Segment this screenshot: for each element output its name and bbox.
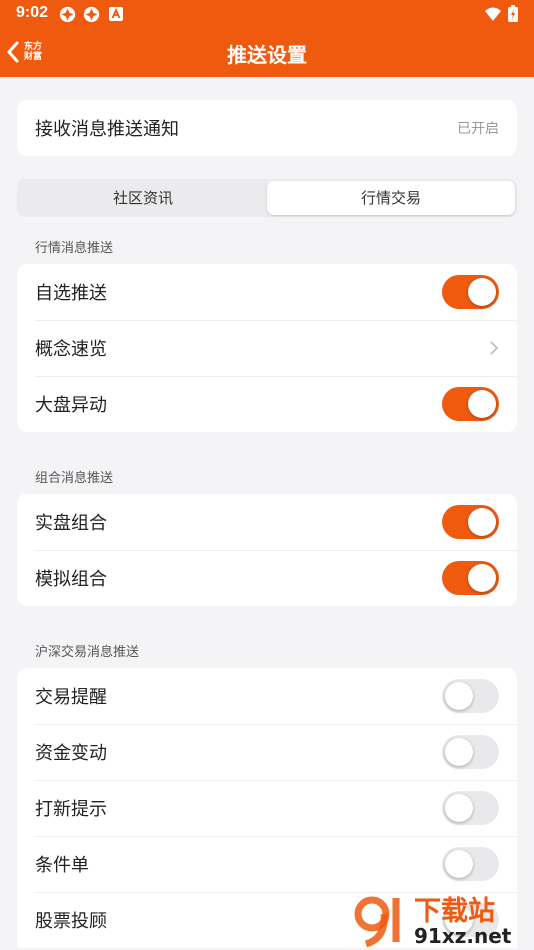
row-label: 条件单 [35,855,89,876]
status-time: 9:02 [16,4,49,21]
receive-push-card[interactable]: 接收消息推送通知 已开启 [17,100,517,156]
app-header: 9:02 东方 财富 推送设置 [0,0,534,77]
market-push-card: 自选推送 概念速览 大盘异动 [17,264,517,432]
watermark-mark [354,896,400,948]
watchlist-push-toggle[interactable] [442,275,499,309]
toggle-knob [468,508,496,536]
toggle-knob [468,390,496,418]
section-title: 沪深交易消息推送 [35,645,140,660]
list-item-trade-reminder[interactable]: 交易提醒 [17,668,517,724]
list-item-real-portfolio[interactable]: 实盘组合 [17,494,517,550]
toggle-knob [468,278,496,306]
tab-community[interactable]: 社区资讯 [19,181,267,215]
real-portfolio-toggle[interactable] [442,505,499,539]
toggle-knob [445,682,473,710]
watermark-logo: 下载站 91xz.net [354,896,512,948]
row-label: 打新提示 [35,799,107,820]
nav-bar: 东方 财富 推送设置 [0,28,534,77]
conditional-order-toggle[interactable] [442,847,499,881]
row-label: 股票投顾 [35,911,107,932]
simulated-portfolio-toggle[interactable] [442,561,499,595]
row-label: 资金变动 [35,743,107,764]
list-item-market-movement[interactable]: 大盘异动 [17,376,517,432]
section-title: 组合消息推送 [35,471,114,486]
receive-push-row[interactable]: 接收消息推送通知 已开启 [17,100,517,156]
portfolio-push-card: 实盘组合 模拟组合 [17,494,517,606]
row-label: 大盘异动 [35,395,107,416]
row-label: 实盘组合 [35,513,107,534]
wifi-icon [485,7,501,21]
ipo-reminder-toggle[interactable] [442,791,499,825]
list-item-conditional-order[interactable]: 条件单 [17,836,517,892]
watermark-text: 下载站 [414,896,495,927]
market-movement-toggle[interactable] [442,387,499,421]
row-label: 自选推送 [35,283,107,304]
section-title: 行情消息推送 [35,241,114,256]
row-label: 模拟组合 [35,569,107,590]
a-badge-icon [109,7,123,21]
list-item-fund-change[interactable]: 资金变动 [17,724,517,780]
receive-push-status: 已开启 [457,121,499,137]
toggle-knob [468,564,496,592]
row-label: 交易提醒 [35,687,107,708]
list-item-simulated-portfolio[interactable]: 模拟组合 [17,550,517,606]
app-notification-icon [83,6,100,23]
watermark-url: 91xz.net [414,924,512,948]
list-item-ipo-reminder[interactable]: 打新提示 [17,780,517,836]
app-notification-icon [59,6,76,23]
chevron-right-icon [490,341,499,355]
toggle-knob [445,794,473,822]
toggle-knob [445,850,473,878]
tab-market-trade[interactable]: 行情交易 [267,181,515,215]
battery-icon [508,5,518,22]
list-item-concept-overview[interactable]: 概念速览 [17,320,517,376]
status-bar: 9:02 [0,0,534,28]
page-title: 推送设置 [227,43,307,67]
toggle-knob [445,738,473,766]
list-item-watchlist-push[interactable]: 自选推送 [17,264,517,320]
receive-push-label: 接收消息推送通知 [35,119,179,140]
row-label: 概念速览 [35,339,107,360]
status-icons [484,5,518,22]
trade-reminder-toggle[interactable] [442,679,499,713]
fund-change-toggle[interactable] [442,735,499,769]
category-tabs: 社区资讯 行情交易 [17,179,517,217]
